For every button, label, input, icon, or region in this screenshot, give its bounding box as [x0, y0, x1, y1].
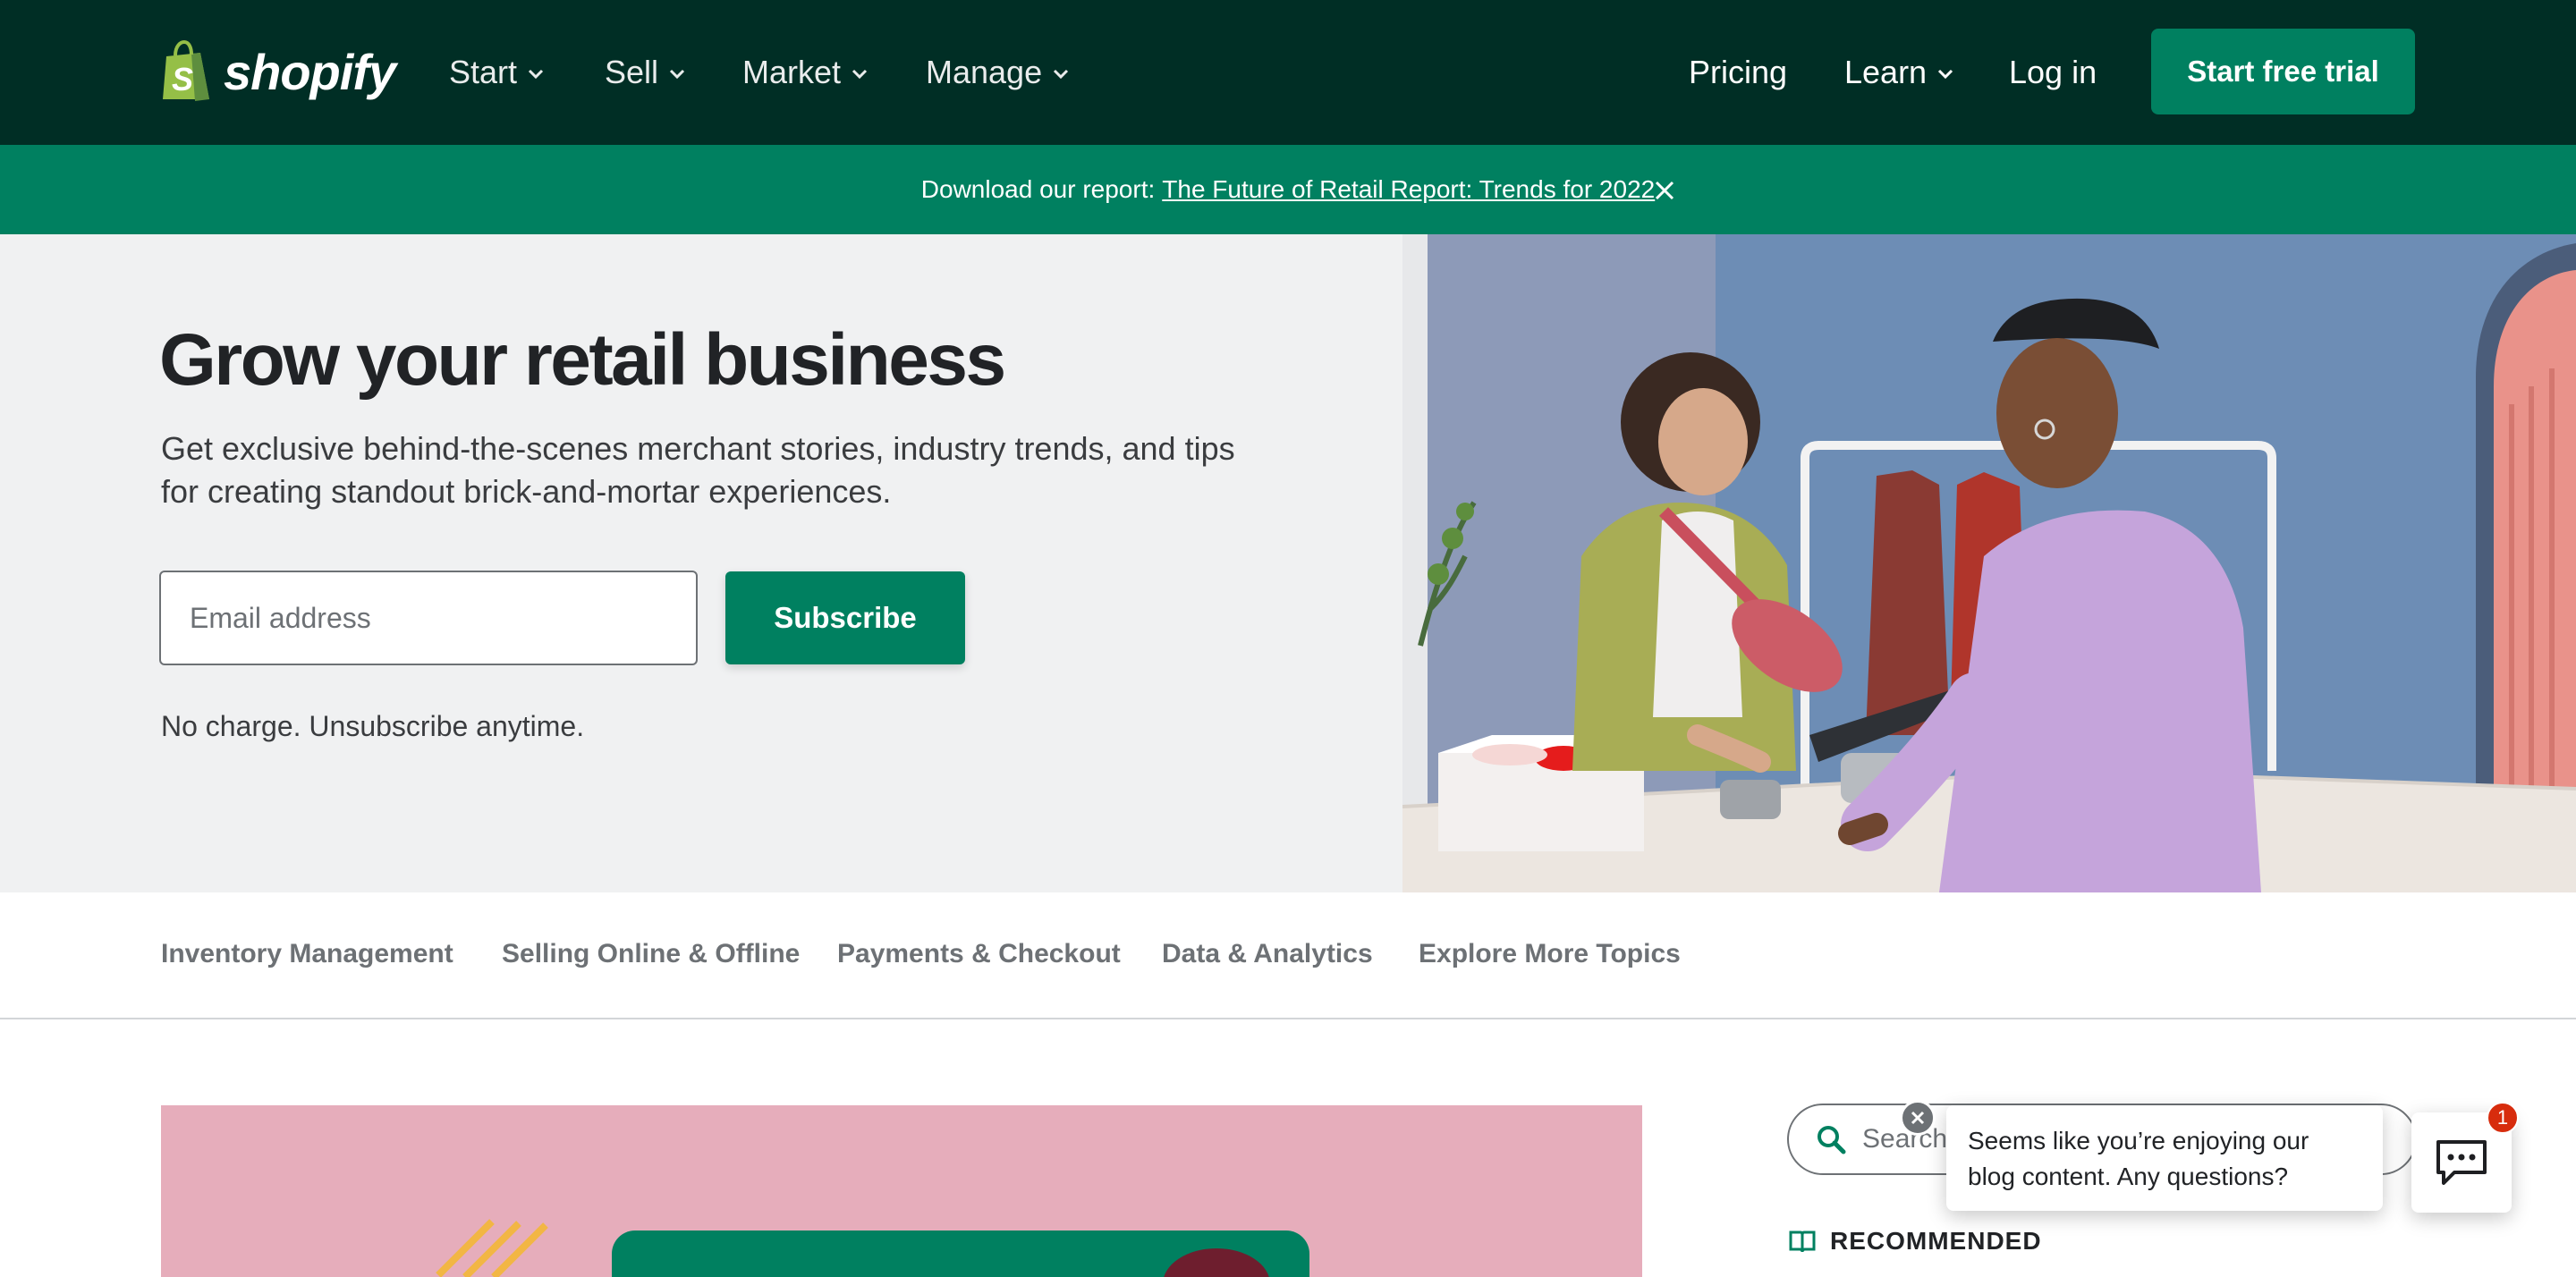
- retail-checkout-illustration: [1402, 234, 2576, 892]
- start-free-trial-button[interactable]: Start free trial: [2151, 29, 2415, 114]
- chat-icon: [2436, 1140, 2487, 1185]
- topic-explore-more[interactable]: Explore More Topics: [1419, 939, 1681, 969]
- chevron-down-icon: [852, 69, 868, 80]
- topic-payments-checkout[interactable]: Payments & Checkout: [837, 939, 1121, 969]
- chevron-down-icon: [1938, 69, 1953, 80]
- featured-article-illustration: [436, 1219, 1309, 1277]
- notification-badge: 1: [2487, 1102, 2519, 1134]
- hero-subtitle: Get exclusive behind-the-scenes merchant…: [161, 430, 1235, 510]
- topic-inventory-management[interactable]: Inventory Management: [161, 939, 453, 969]
- nav-manage[interactable]: Manage: [926, 50, 1069, 95]
- nav-start[interactable]: Start: [449, 50, 544, 95]
- subscribe-note: No charge. Unsubscribe anytime.: [161, 710, 585, 742]
- hero-photo: [1402, 234, 2576, 892]
- logo-wordmark: shopify: [224, 43, 396, 100]
- hero-section: Grow your retail business Get exclusive …: [0, 234, 2576, 892]
- chat-prompt[interactable]: Seems like you’re enjoying our blog cont…: [1946, 1105, 2383, 1211]
- chevron-down-icon: [1054, 69, 1069, 80]
- search-icon: [1818, 1126, 1846, 1154]
- book-icon: [1789, 1230, 1816, 1253]
- page-title: Grow your retail business: [159, 319, 1006, 401]
- nav-learn-label: Learn: [1844, 54, 1928, 90]
- chevron-down-icon: [528, 69, 544, 80]
- svg-text:S: S: [172, 61, 193, 97]
- close-icon[interactable]: [1651, 177, 1678, 204]
- recommended-label: RECOMMENDED: [1830, 1227, 2042, 1255]
- close-icon: [1911, 1111, 1925, 1125]
- subscribe-button[interactable]: Subscribe: [725, 571, 965, 664]
- nav-start-label: Start: [449, 54, 518, 90]
- nav-pricing[interactable]: Pricing: [1689, 50, 1787, 95]
- chevron-down-icon: [669, 69, 685, 80]
- nav-market-label: Market: [742, 54, 842, 90]
- nav-sell[interactable]: Sell: [605, 50, 685, 95]
- email-field[interactable]: [159, 571, 698, 665]
- nav-sell-label: Sell: [605, 54, 659, 90]
- report-banner: Download our report: The Future of Retai…: [0, 145, 2576, 234]
- topics-bar: Inventory Management Selling Online & Of…: [0, 892, 2576, 1019]
- banner-prefix: Download our report:: [920, 175, 1156, 203]
- nav-learn[interactable]: Learn: [1844, 50, 1953, 95]
- banner-report-link[interactable]: The Future of Retail Report: Trends for …: [1162, 175, 1655, 204]
- nav-market[interactable]: Market: [742, 50, 868, 95]
- featured-article-image[interactable]: [161, 1105, 1642, 1277]
- nav-login[interactable]: Log in: [2009, 50, 2097, 95]
- shopping-bag-icon: S: [163, 40, 209, 101]
- shopify-logo[interactable]: S shopify: [159, 36, 396, 107]
- nav-manage-label: Manage: [926, 54, 1043, 90]
- topic-data-analytics[interactable]: Data & Analytics: [1162, 939, 1373, 969]
- topic-selling-online-offline[interactable]: Selling Online & Offline: [502, 939, 800, 969]
- recommended-heading: RECOMMENDED: [1789, 1227, 2042, 1256]
- chat-dismiss-button[interactable]: [1900, 1100, 1936, 1136]
- top-navigation: S shopify Start Sell Market Manage Prici…: [0, 0, 2576, 145]
